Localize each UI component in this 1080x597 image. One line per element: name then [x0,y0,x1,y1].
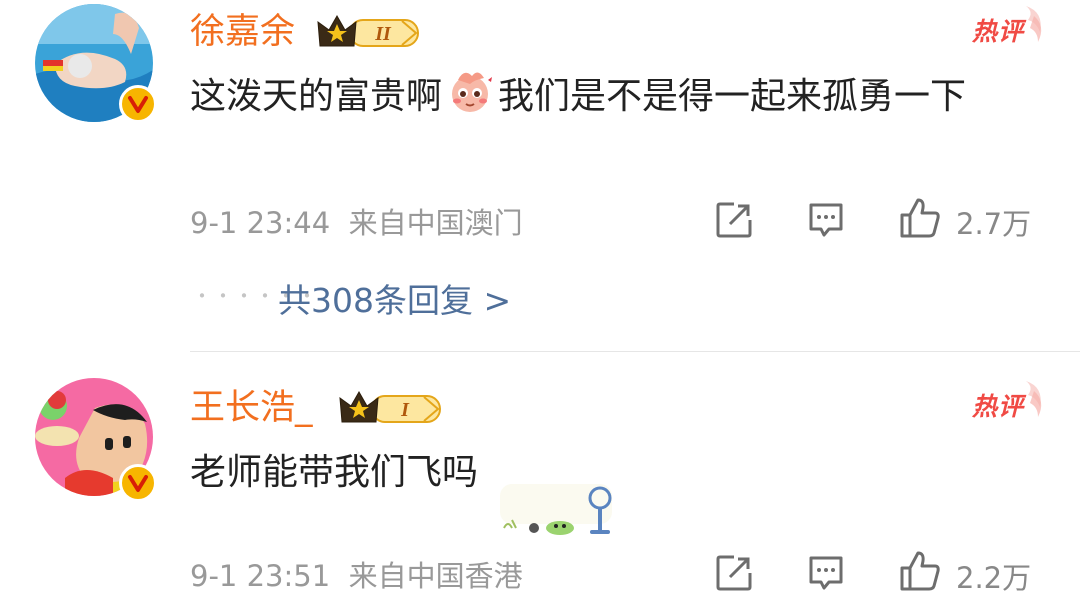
location: 来自中国香港 [348,559,523,593]
like-count: 2.7万 [956,207,1032,241]
like-count: 2.2万 [956,561,1032,595]
comment-item: 徐嘉余 II 热评 这泼天的富贵啊 我们是不是得一起来孤勇一下 9-1 23:4… [0,0,1080,352]
comment-icon[interactable] [806,200,846,240]
hot-label: 热评 [972,17,1025,46]
verified-badge-icon [119,85,157,123]
timestamp: 9-1 23:44 [190,206,331,240]
crown-medal-icon[interactable]: II [316,12,424,52]
hot-comment-badge: 热评 [968,377,1048,423]
location: 来自中国澳门 [348,206,523,240]
like-icon[interactable] [898,196,942,240]
verified-badge-icon [119,464,157,502]
like-icon[interactable] [898,549,942,593]
comment-meta: 9-1 23:51 来自中国香港 [190,553,523,595]
share-icon[interactable] [714,200,754,240]
comment-text: 这泼天的富贵啊 我们是不是得一起来孤勇一下 [190,66,1030,126]
timestamp: 9-1 23:51 [190,559,331,593]
view-replies-link[interactable]: 共308条回复 > [278,274,511,322]
hot-comment-badge: 热评 [968,2,1048,48]
medal-level: I [400,399,410,421]
blush-emoji-icon [444,66,496,116]
username[interactable]: 徐嘉余 [190,12,295,52]
comment-item: 王长浩_ I 热评 老师能带我们飞吗 9-1 23:51 来自中国香港 2.2万 [0,352,1080,595]
cartoon-sticker-icon [500,484,612,540]
medal-level: II [374,23,392,45]
crown-medal-icon[interactable]: I [338,388,446,428]
share-icon[interactable] [714,553,754,593]
username[interactable]: 王长浩_ [190,388,313,428]
comment-meta: 9-1 23:44 来自中国澳门 [190,200,523,242]
comment-text: 老师能带我们飞吗 [190,452,479,493]
hot-label: 热评 [972,392,1025,421]
comment-icon[interactable] [806,553,846,593]
